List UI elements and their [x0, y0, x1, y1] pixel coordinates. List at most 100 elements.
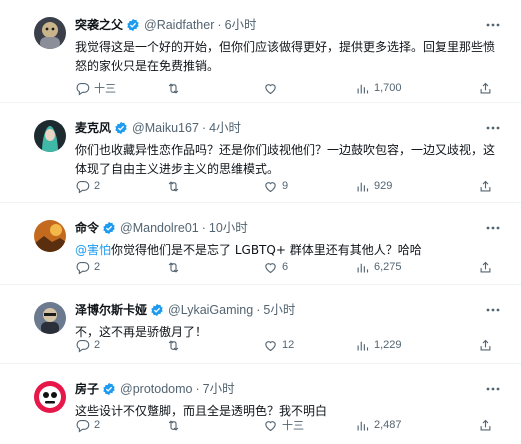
reply-count: 2: [94, 339, 101, 351]
retweet-button[interactable]: [166, 178, 185, 194]
display-name[interactable]: 麦克风: [75, 119, 111, 137]
views-icon: [357, 84, 369, 93]
like-button[interactable]: 9: [263, 178, 288, 194]
reply-icon: [76, 180, 90, 194]
reply-button[interactable]: 2: [75, 178, 100, 194]
reply-icon: [76, 261, 90, 275]
timestamp[interactable]: 4小时: [209, 119, 241, 137]
reply-button[interactable]: 2: [75, 337, 100, 353]
views-icon: [357, 421, 369, 430]
avatar[interactable]: [34, 381, 66, 413]
share-button[interactable]: [478, 178, 493, 194]
avatar-image: [34, 302, 66, 334]
timestamp[interactable]: 7小时: [203, 380, 235, 398]
more-icon[interactable]: [485, 123, 501, 133]
share-icon: [480, 419, 491, 430]
more-icon[interactable]: [485, 20, 501, 30]
retweet-button[interactable]: [166, 259, 185, 275]
like-icon: [265, 420, 276, 431]
tweet-text: 我觉得这是一个好的开始，但你们应该做得更好，提供更多选择。回复里那些愤怒的家伙只…: [75, 40, 496, 73]
user-handle[interactable]: @Raidfather: [144, 16, 214, 34]
like-icon: [265, 262, 276, 273]
like-count: 9: [282, 180, 289, 192]
share-button[interactable]: [478, 337, 493, 353]
reply-count: 2: [94, 180, 101, 192]
display-name[interactable]: 房子: [75, 380, 99, 398]
like-icon: [265, 83, 276, 94]
reply-tweet[interactable]: 命令 @Mandolre01 · 10小时 @害怕你觉得他们是不是忘了 LGBT…: [0, 203, 521, 285]
reply-button[interactable]: 十三: [75, 80, 116, 96]
display-name[interactable]: 突袭之父: [75, 16, 123, 34]
views-button[interactable]: 1,229: [355, 337, 402, 353]
reply-count: 十三: [94, 83, 116, 95]
display-name[interactable]: 泽博尔斯卡娅: [75, 301, 147, 319]
reply-button[interactable]: 2: [75, 259, 100, 275]
reply-tweet[interactable]: 麦克风 @Maiku167 · 4小时 你们也收藏异性恋作品吗？还是你们歧视他们…: [0, 103, 521, 203]
mention-link[interactable]: @害怕: [75, 243, 111, 257]
like-icon: [265, 181, 276, 192]
timestamp[interactable]: 5小时: [263, 301, 295, 319]
separator-dot: ·: [201, 121, 207, 135]
views-button[interactable]: 929: [355, 178, 392, 194]
avatar-image: [34, 17, 66, 49]
separator-dot: ·: [195, 382, 200, 396]
like-button[interactable]: 十三: [263, 417, 304, 433]
retweet-icon: [168, 261, 179, 273]
retweet-button[interactable]: [166, 417, 185, 433]
verified-badge-icon: [102, 382, 116, 396]
tweet-header: 泽博尔斯卡娅 @LykaiGaming · 5小时: [75, 301, 295, 319]
avatar-image: [34, 120, 66, 152]
timestamp[interactable]: 6小时: [225, 16, 257, 34]
avatar[interactable]: [34, 302, 66, 334]
reply-tweet[interactable]: 房子 @protodomo · 7小时 这些设计不仅蹩脚，而且全是透明色？我不明…: [0, 364, 521, 444]
retweet-button[interactable]: [166, 80, 185, 96]
verified-badge-icon: [114, 121, 128, 135]
timestamp[interactable]: 10小时: [209, 219, 248, 237]
separator-dot: ·: [217, 18, 222, 32]
reply-tweet[interactable]: 泽博尔斯卡娅 @LykaiGaming · 5小时 不，这不再是骄傲月了！ 2 …: [0, 285, 521, 364]
reply-icon: [76, 82, 90, 96]
like-button[interactable]: 12: [263, 337, 294, 353]
reply-tweet[interactable]: 突袭之父 @Raidfather · 6小时 我觉得这是一个好的开始，但你们应该…: [0, 0, 521, 103]
view-count: 929: [374, 180, 393, 192]
share-icon: [480, 339, 491, 350]
user-handle[interactable]: @LykaiGaming: [168, 301, 253, 319]
avatar[interactable]: [34, 17, 66, 49]
avatar[interactable]: [34, 220, 66, 252]
more-icon[interactable]: [485, 305, 501, 315]
user-handle[interactable]: @Mandolre01: [120, 219, 199, 237]
views-button[interactable]: 1,700: [355, 80, 402, 96]
display-name[interactable]: 命令: [75, 219, 99, 237]
like-count: 6: [282, 261, 289, 273]
more-icon[interactable]: [485, 384, 501, 394]
view-count: 2,487: [374, 419, 402, 431]
views-icon: [357, 341, 369, 350]
like-count: 12: [282, 339, 295, 351]
like-button[interactable]: 6: [263, 259, 288, 275]
views-icon: [357, 182, 369, 191]
views-icon: [357, 263, 369, 272]
share-button[interactable]: [478, 80, 493, 96]
user-handle[interactable]: @protodomo: [120, 380, 192, 398]
user-handle[interactable]: @Maiku167: [132, 119, 199, 137]
views-button[interactable]: 2,487: [355, 417, 402, 433]
share-button[interactable]: [478, 259, 493, 275]
verified-badge-icon: [126, 18, 140, 32]
retweet-icon: [168, 339, 179, 351]
retweet-icon: [168, 180, 179, 192]
more-icon[interactable]: [485, 223, 501, 233]
share-button[interactable]: [478, 417, 493, 433]
reply-button[interactable]: 2: [75, 417, 100, 433]
views-button[interactable]: 6,275: [355, 259, 402, 275]
share-icon: [480, 180, 491, 191]
tweet-text: @害怕你觉得他们是不是忘了 LGBTQ+ 群体里还有其他人？哈哈: [75, 241, 499, 260]
reply-icon: [76, 339, 90, 353]
tweet-header: 命令 @Mandolre01 · 10小时: [75, 219, 248, 237]
avatar-image: [34, 220, 66, 252]
reply-count: 2: [94, 261, 101, 273]
like-button[interactable]: [263, 80, 282, 96]
avatar[interactable]: [34, 120, 66, 152]
tweet-text-body: 你觉得他们是不是忘了 LGBTQ+ 群体里还有其他人？哈哈: [111, 243, 422, 257]
tweet-header: 突袭之父 @Raidfather · 6小时: [75, 16, 257, 34]
retweet-button[interactable]: [166, 337, 185, 353]
